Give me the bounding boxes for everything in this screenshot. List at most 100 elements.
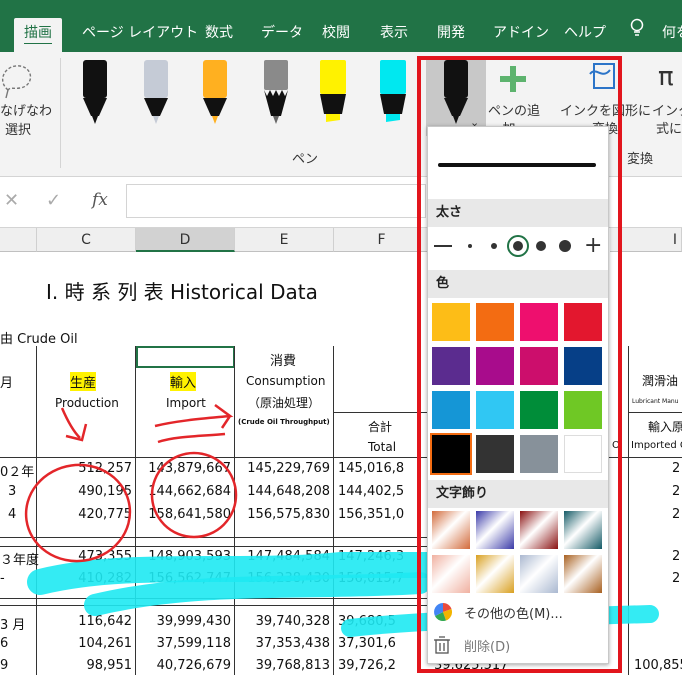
color-swatch[interactable] bbox=[520, 435, 558, 473]
color-swatch[interactable] bbox=[564, 347, 602, 385]
cell-import[interactable]: 40,726,679 bbox=[135, 658, 231, 673]
cell-consumption[interactable]: 144,648,208 bbox=[234, 484, 330, 499]
thickness-option-3-selected[interactable] bbox=[507, 235, 529, 257]
color-swatch[interactable] bbox=[476, 303, 514, 341]
cell-fragment[interactable]: 2 bbox=[672, 461, 680, 476]
color-swatch[interactable] bbox=[430, 433, 472, 475]
cell-production[interactable]: 98,951 bbox=[36, 658, 133, 673]
color-swatch[interactable] bbox=[432, 303, 470, 341]
color-swatch[interactable] bbox=[432, 347, 470, 385]
pen-orange[interactable] bbox=[200, 60, 230, 132]
color-swatch[interactable] bbox=[476, 391, 514, 429]
column-header-e[interactable]: E bbox=[235, 228, 334, 252]
tab-view[interactable]: 表示 bbox=[380, 18, 408, 52]
cell-production[interactable]: 490,195 bbox=[36, 484, 132, 499]
thickness-option-5[interactable] bbox=[559, 240, 571, 252]
cell-consumption[interactable]: 145,229,769 bbox=[234, 461, 330, 476]
thickness-plus-icon[interactable]: + bbox=[584, 233, 602, 259]
lightbulb-icon[interactable] bbox=[630, 18, 644, 52]
color-swatch[interactable] bbox=[564, 391, 602, 429]
cell-total[interactable]: 39,726,2 bbox=[338, 658, 396, 673]
color-swatch[interactable] bbox=[476, 435, 514, 473]
effect-swatch[interactable] bbox=[432, 511, 470, 549]
cell-total[interactable]: 147,246,3 bbox=[338, 549, 404, 564]
formula-input[interactable] bbox=[126, 184, 426, 218]
column-header-b[interactable] bbox=[0, 228, 37, 252]
tell-me-search[interactable]: 何を bbox=[662, 18, 682, 52]
cell-import[interactable]: 156,562,747 bbox=[135, 571, 231, 586]
cell-production[interactable]: 410,282 bbox=[36, 571, 132, 586]
cell-production[interactable]: 104,261 bbox=[36, 636, 132, 651]
cell-import[interactable]: 143,879,667 bbox=[135, 461, 231, 476]
cell-fragment[interactable]: 2 bbox=[672, 507, 680, 522]
cell-consumption[interactable]: 37,353,438 bbox=[234, 636, 330, 651]
cell-consumption[interactable]: 39,768,813 bbox=[234, 658, 330, 673]
color-swatch[interactable] bbox=[564, 303, 602, 341]
effect-swatch[interactable] bbox=[432, 555, 470, 593]
cell-consumption[interactable]: 156,575,830 bbox=[234, 507, 330, 522]
pen-silver[interactable] bbox=[141, 60, 171, 132]
pencil-gray[interactable] bbox=[261, 60, 291, 132]
column-header-i[interactable]: I bbox=[610, 228, 682, 252]
enter-icon[interactable]: ✓ bbox=[46, 190, 61, 211]
delete-item[interactable]: 削除(D) bbox=[428, 630, 608, 660]
effect-swatch[interactable] bbox=[520, 511, 558, 549]
effect-swatch[interactable] bbox=[520, 555, 558, 593]
cell-fragment[interactable]: 2 bbox=[672, 484, 680, 499]
effect-swatch[interactable] bbox=[476, 555, 514, 593]
tab-draw[interactable]: 描画 bbox=[14, 18, 62, 52]
cell-total[interactable]: 145,016,8 bbox=[338, 461, 404, 476]
color-swatch[interactable] bbox=[564, 435, 602, 473]
thickness-option-1[interactable] bbox=[468, 244, 472, 248]
cell-production[interactable]: 512,257 bbox=[36, 461, 132, 476]
ink-to-math-button[interactable]: π インク 式に bbox=[652, 60, 682, 140]
cancel-icon[interactable]: ✕ bbox=[4, 190, 19, 211]
tab-formulas[interactable]: 数式 bbox=[205, 18, 233, 52]
effect-swatch[interactable] bbox=[564, 511, 602, 549]
tab-data[interactable]: データ bbox=[261, 18, 303, 52]
color-swatch[interactable] bbox=[520, 303, 558, 341]
selected-cell[interactable] bbox=[136, 346, 235, 368]
cell-fragment[interactable]: 100,855 bbox=[634, 658, 682, 673]
cell-total[interactable]: 156,015,7 bbox=[338, 571, 404, 586]
tab-help[interactable]: ヘルプ bbox=[564, 18, 606, 52]
effect-swatch[interactable] bbox=[564, 555, 602, 593]
cell-import[interactable]: 39,999,430 bbox=[135, 614, 231, 629]
cell-fragment[interactable]: 2 bbox=[672, 571, 680, 586]
column-header-f[interactable]: F bbox=[334, 228, 430, 252]
tab-developer[interactable]: 開発 bbox=[437, 18, 465, 52]
lasso-select-button[interactable]: なげなわ 選択 bbox=[0, 52, 52, 142]
column-header-d[interactable]: D bbox=[136, 228, 235, 252]
cell-production[interactable]: 420,775 bbox=[36, 507, 132, 522]
cell-import[interactable]: 37,599,118 bbox=[135, 636, 231, 651]
tab-review[interactable]: 校閲 bbox=[322, 18, 350, 52]
cell-import[interactable]: 144,662,684 bbox=[135, 484, 231, 499]
cell-fragment[interactable]: 2 bbox=[672, 549, 680, 564]
pen-selected-black[interactable]: ⌄ bbox=[426, 60, 486, 136]
cell-import[interactable]: 158,641,580 bbox=[135, 507, 231, 522]
pen-black[interactable] bbox=[80, 60, 110, 132]
thickness-option-2[interactable] bbox=[491, 243, 497, 249]
highlighter-cyan[interactable] bbox=[378, 60, 408, 132]
thickness-minus-icon[interactable] bbox=[434, 245, 452, 247]
more-colors-item[interactable]: その他の色(M)... bbox=[428, 597, 608, 627]
highlighter-yellow[interactable] bbox=[318, 60, 348, 132]
cell-consumption[interactable]: 39,740,328 bbox=[234, 614, 330, 629]
column-header-c[interactable]: C bbox=[37, 228, 136, 252]
cell-total[interactable]: 39,680,5 bbox=[338, 614, 396, 629]
cell-consumption[interactable]: 147,484,584 bbox=[234, 549, 330, 564]
effect-swatch[interactable] bbox=[476, 511, 514, 549]
tab-page-layout[interactable]: ページ レイアウト bbox=[82, 18, 198, 52]
color-swatch[interactable] bbox=[520, 347, 558, 385]
cell-import[interactable]: 148,903,593 bbox=[135, 549, 231, 564]
color-swatch[interactable] bbox=[520, 391, 558, 429]
cell-total[interactable]: 144,402,5 bbox=[338, 484, 404, 499]
color-swatch[interactable] bbox=[476, 347, 514, 385]
thickness-option-4[interactable] bbox=[536, 241, 546, 251]
color-swatch[interactable] bbox=[432, 391, 470, 429]
cell-consumption[interactable]: 156,238,430 bbox=[234, 571, 330, 586]
tab-addins[interactable]: アドイン bbox=[493, 18, 549, 52]
cell-production[interactable]: 116,642 bbox=[36, 614, 132, 629]
cell-total[interactable]: 37,301,6 bbox=[338, 636, 396, 651]
cell-production[interactable]: 473,355 bbox=[36, 549, 132, 564]
